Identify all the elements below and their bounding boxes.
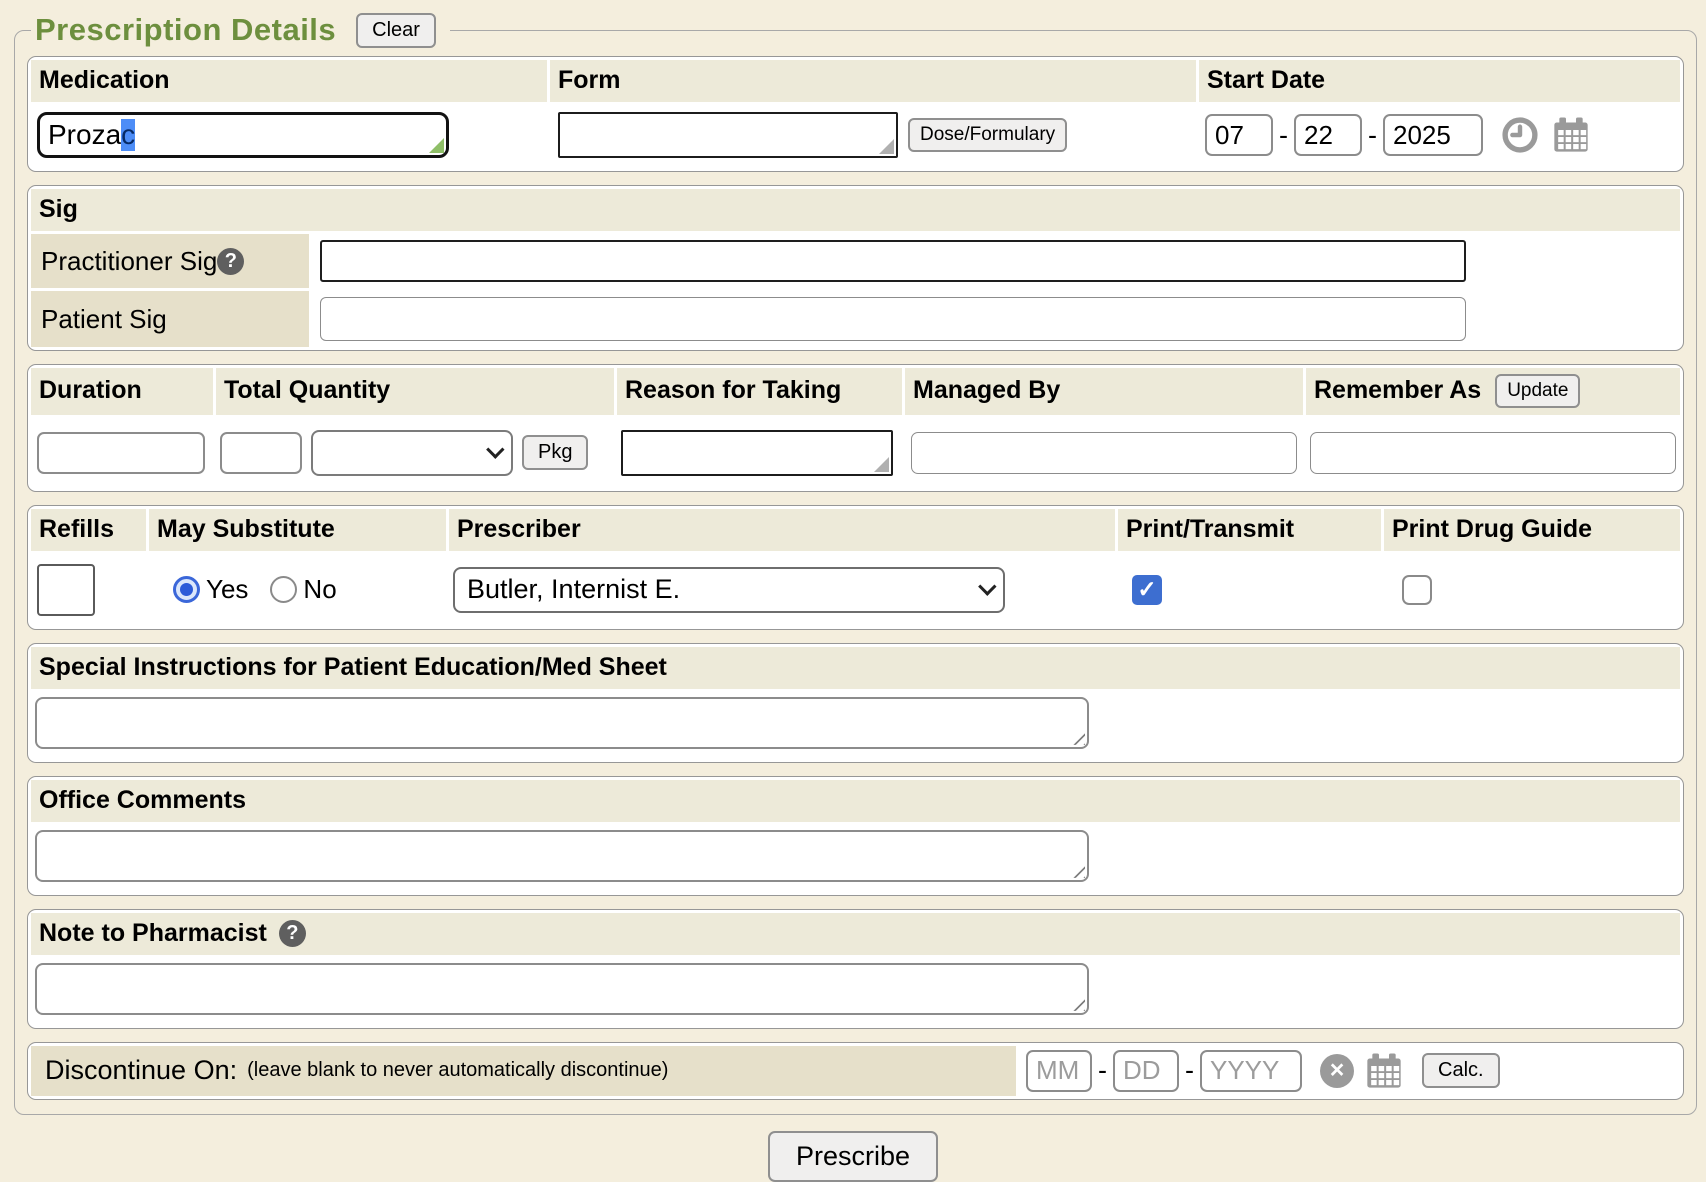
duration-label: Duration [31,368,213,415]
form-label: Form [550,60,1196,102]
reason-label: Reason for Taking [617,368,902,415]
dose-formulary-button[interactable]: Dose/Formulary [908,118,1067,152]
prescriber-label: Prescriber [449,509,1115,551]
start-date-day-input[interactable] [1294,114,1362,156]
prescribe-button[interactable]: Prescribe [768,1131,938,1182]
details-panel: Duration Total Quantity Reason for Takin… [27,364,1684,492]
total-quantity-label: Total Quantity [216,368,614,415]
print-drug-guide-label: Print Drug Guide [1384,509,1680,551]
pkg-button[interactable]: Pkg [522,435,588,470]
note-to-pharmacist-textarea[interactable] [35,963,1089,1015]
remember-as-label-cell: Remember As Update [1306,368,1680,415]
date-separator: - [1098,1055,1107,1086]
prescription-details-fieldset: Prescription Details Clear Medication Fo… [14,12,1697,1115]
patient-sig-label: Patient Sig [41,304,167,335]
start-date-label: Start Date [1199,60,1680,102]
practitioner-sig-label: Practitioner Sig [41,246,217,277]
office-comments-panel: Office Comments [27,776,1684,896]
medication-panel: Medication Form Start Date Prozac Dose/F… [27,56,1684,172]
autocomplete-corner-icon [429,138,444,153]
may-substitute-yes-radio[interactable] [173,576,200,603]
discontinue-hint: (leave blank to never automatically disc… [247,1059,668,1082]
managed-by-label: Managed By [905,368,1303,415]
help-icon[interactable]: ? [217,248,244,275]
sig-header: Sig [31,189,1680,231]
calendar-icon[interactable] [1551,115,1591,155]
date-separator: - [1279,120,1288,151]
medication-input[interactable]: Prozac [37,112,449,158]
discontinue-month-input[interactable] [1026,1050,1092,1092]
close-icon: × [1330,1056,1345,1085]
print-drug-guide-checkbox[interactable] [1402,575,1432,605]
duration-input[interactable] [37,432,205,474]
refills-input[interactable] [37,564,95,616]
prescriber-select[interactable]: Butler, Internist E. [453,567,1005,613]
office-comments-textarea[interactable] [35,830,1089,882]
prescriber-selected-value: Butler, Internist E. [467,574,680,605]
may-substitute-yes-label: Yes [206,574,248,605]
resize-corner-icon [874,457,889,472]
patient-sig-input[interactable] [320,297,1466,341]
form-input[interactable] [558,112,898,158]
start-date-month-input[interactable] [1205,114,1273,156]
special-instructions-header: Special Instructions for Patient Educati… [31,647,1680,689]
note-to-pharmacist-header-cell: Note to Pharmacist? [31,913,1680,955]
special-instructions-textarea[interactable] [35,697,1089,749]
page-title: Prescription Details [35,12,336,48]
start-date-year-input[interactable] [1383,114,1483,156]
date-separator: - [1185,1055,1194,1086]
medication-label: Medication [31,60,547,102]
office-comments-header: Office Comments [31,780,1680,822]
note-to-pharmacist-header: Note to Pharmacist [39,919,267,948]
date-separator: - [1368,120,1377,151]
discontinue-label-cell: Discontinue On: (leave blank to never au… [31,1046,1016,1096]
quantity-unit-select[interactable] [311,430,513,476]
prescribe-button-row: Prescribe [0,1131,1706,1182]
medication-value: Proza [48,119,121,151]
resize-corner-icon [879,139,894,154]
chevron-down-icon [486,441,504,459]
discontinue-day-input[interactable] [1113,1050,1179,1092]
update-button[interactable]: Update [1495,374,1580,408]
medication-selected-text: c [121,119,135,151]
discontinue-label: Discontinue On: [45,1055,237,1086]
time-clock-icon[interactable] [1501,116,1539,154]
discontinue-panel: Discontinue On: (leave blank to never au… [27,1042,1684,1100]
print-transmit-label: Print/Transmit [1118,509,1381,551]
fieldset-legend: Prescription Details Clear [31,12,450,48]
special-instructions-panel: Special Instructions for Patient Educati… [27,643,1684,763]
help-icon[interactable]: ? [279,920,306,947]
reason-for-taking-input[interactable] [621,430,893,476]
practitioner-sig-label-cell: Practitioner Sig? [31,234,309,288]
total-quantity-input[interactable] [220,432,302,474]
clear-date-icon[interactable]: × [1320,1054,1354,1088]
note-to-pharmacist-panel: Note to Pharmacist? [27,909,1684,1029]
may-substitute-label: May Substitute [149,509,446,551]
calc-button[interactable]: Calc. [1422,1053,1500,1088]
remember-as-input[interactable] [1310,432,1676,474]
discontinue-year-input[interactable] [1200,1050,1302,1092]
refills-label: Refills [31,509,146,551]
may-substitute-no-label: No [303,574,336,605]
may-substitute-no-radio[interactable] [270,576,297,603]
print-transmit-checkbox[interactable]: ✓ [1132,575,1162,605]
sig-panel: Sig Practitioner Sig? Patient Sig [27,185,1684,351]
check-icon: ✓ [1137,576,1156,603]
clear-button[interactable]: Clear [356,13,436,48]
calendar-icon[interactable] [1364,1051,1404,1091]
chevron-down-icon [978,578,996,596]
managed-by-input[interactable] [911,432,1297,474]
patient-sig-label-cell: Patient Sig [31,291,309,347]
remember-as-label: Remember As [1314,376,1481,405]
prescriber-panel: Refills May Substitute Prescriber Print/… [27,505,1684,630]
medication-panel-header: Medication Form Start Date [31,60,1680,102]
practitioner-sig-input[interactable] [320,240,1466,282]
